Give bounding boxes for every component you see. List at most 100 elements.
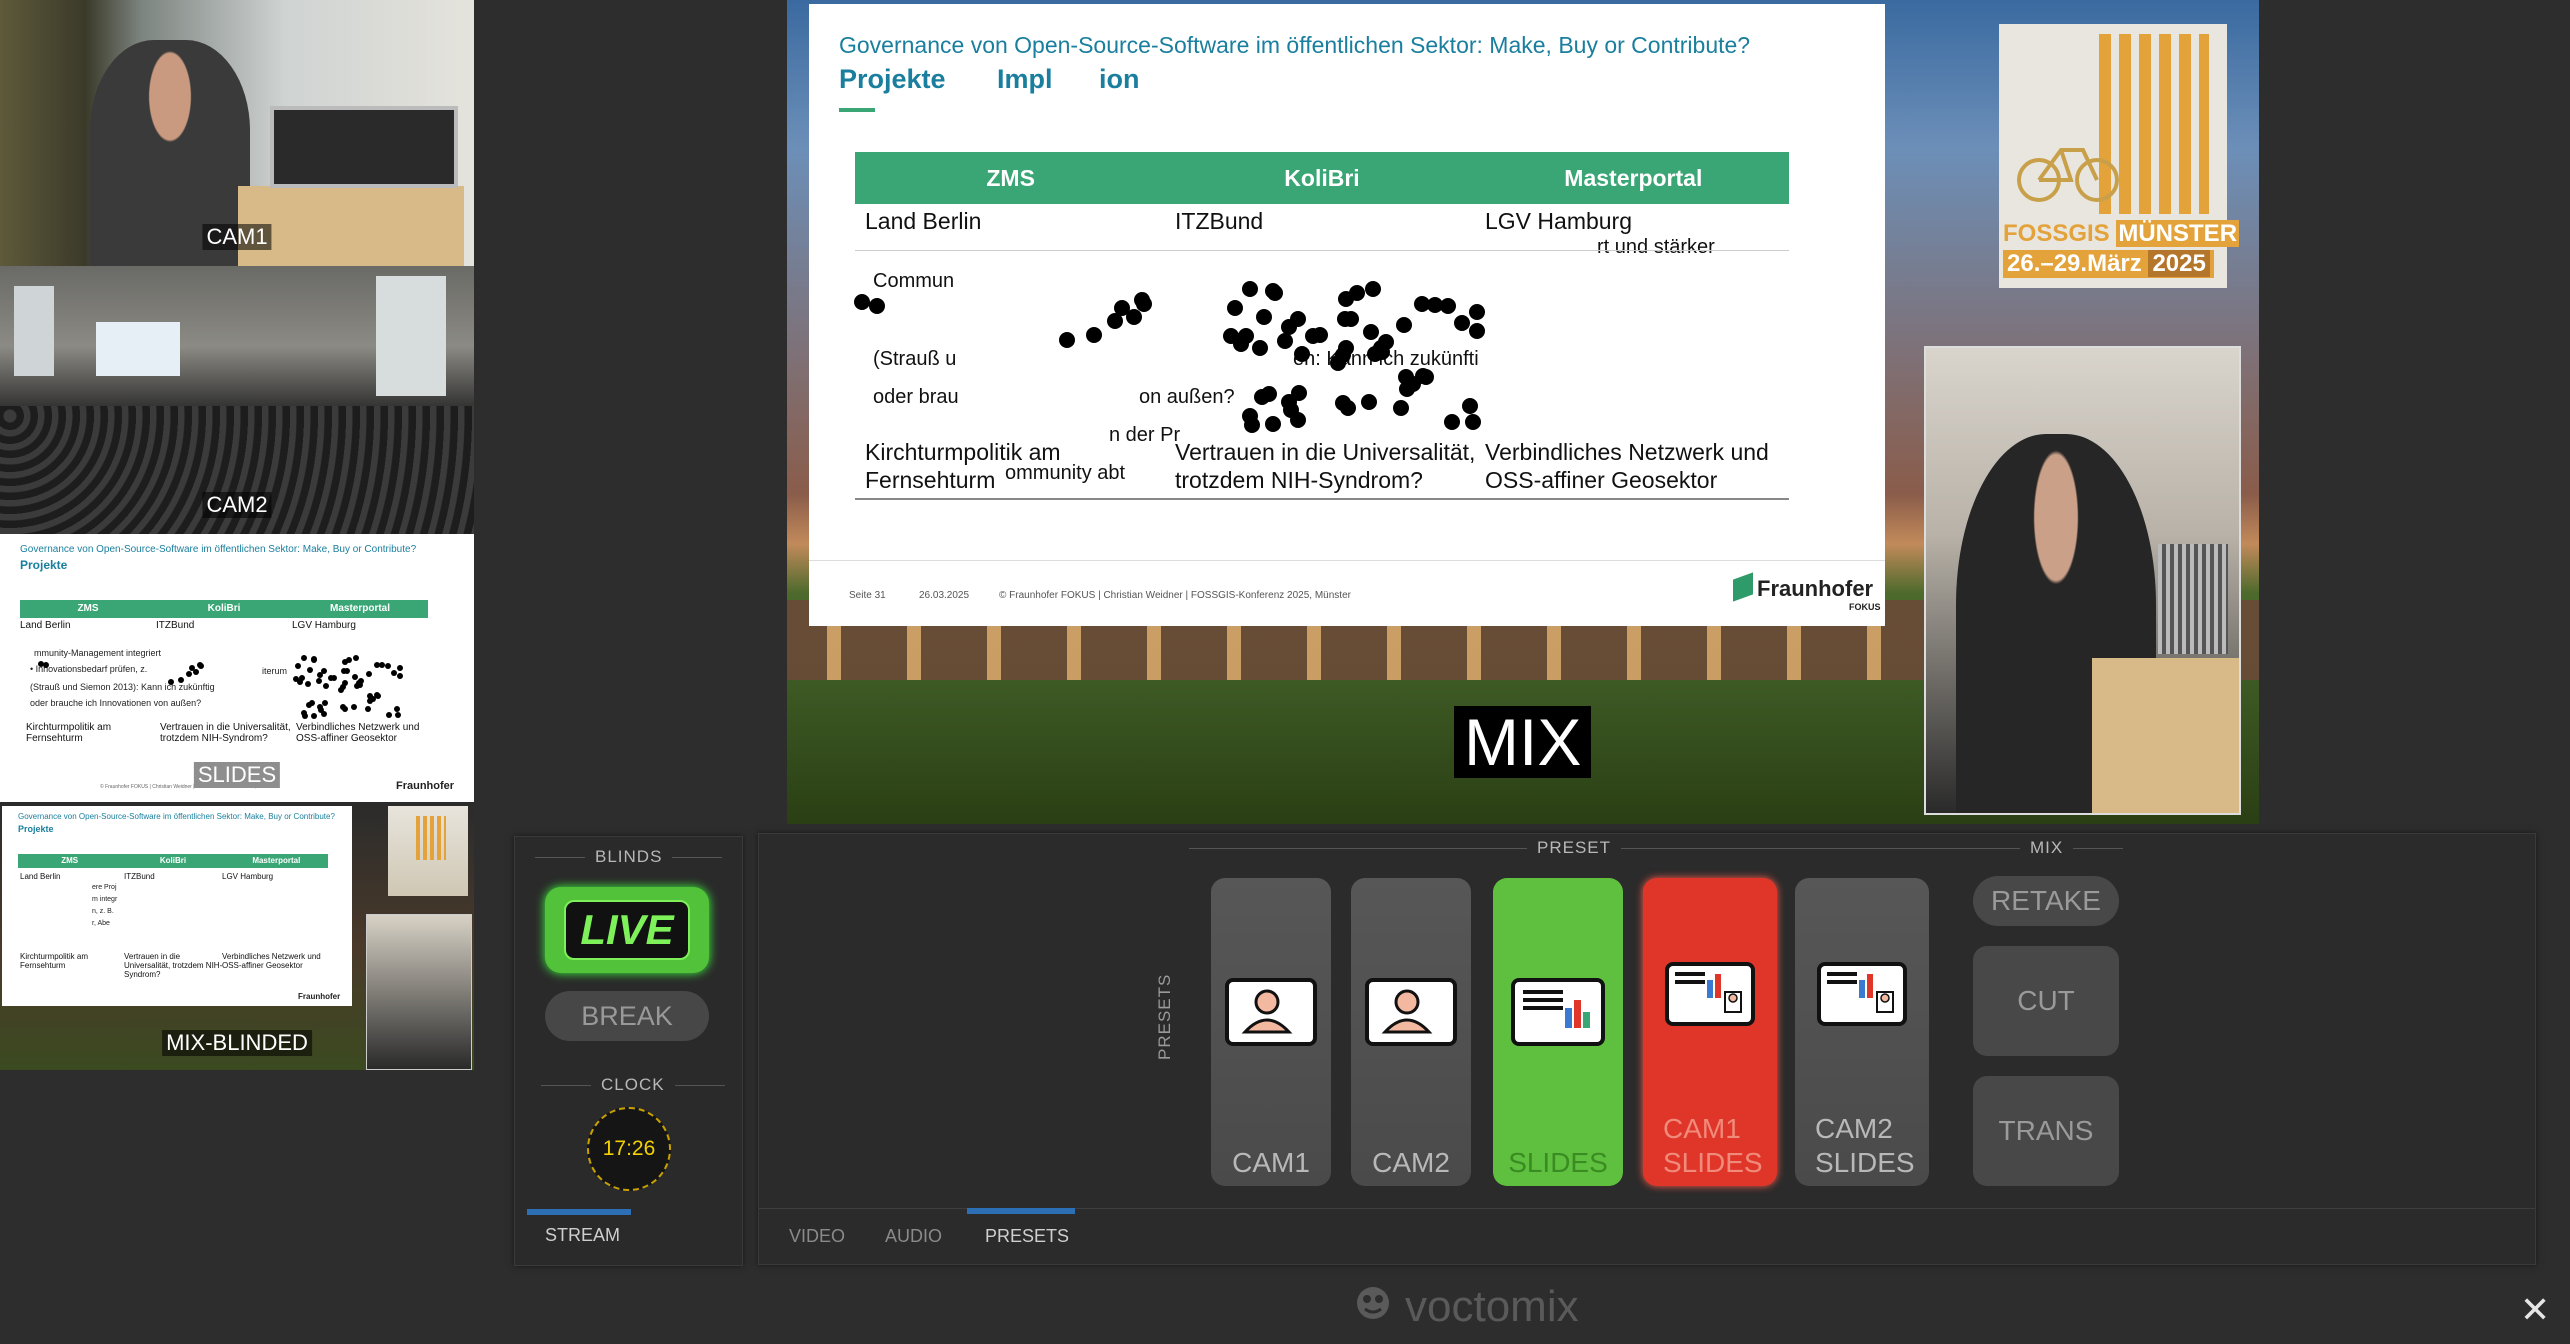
event-name: FOSSGIS bbox=[2003, 220, 2110, 247]
fraunhofer-sub: FOKUS bbox=[1849, 602, 1881, 612]
mix-blinded-slide-heading: Projekte bbox=[18, 824, 54, 834]
pattern-dot bbox=[364, 706, 371, 713]
cut-button[interactable]: CUT bbox=[1973, 946, 2119, 1056]
pattern-dot bbox=[356, 682, 363, 689]
preset-cam2-label: CAM2 bbox=[1372, 1147, 1450, 1178]
event-logo: FOSSGIS MÜNSTER 26.–29.März 2025 bbox=[1999, 24, 2240, 288]
pattern-dot bbox=[186, 671, 193, 678]
pattern-dot bbox=[365, 670, 372, 677]
retake-button[interactable]: RETAKE bbox=[1973, 876, 2119, 926]
voctomix-logo-icon bbox=[1355, 1282, 1391, 1332]
source-cam2[interactable]: CAM2 bbox=[0, 266, 474, 534]
fraunhofer-brand: Fraunhofer bbox=[1757, 576, 1874, 601]
source-cam1[interactable]: CAM1 bbox=[0, 0, 474, 266]
cam2-window-right bbox=[376, 276, 446, 396]
bicycle-icon bbox=[2013, 134, 2123, 204]
stream-tab-indicator bbox=[527, 1209, 631, 1215]
pattern-dot bbox=[390, 669, 397, 676]
close-icon[interactable]: ✕ bbox=[2520, 1290, 2550, 1331]
pattern-dot bbox=[1373, 343, 1390, 360]
pattern-dot bbox=[1392, 399, 1409, 416]
app-brand: voctomix bbox=[1355, 1282, 1579, 1332]
source-mix-blinded[interactable]: Governance von Open-Source-Software im ö… bbox=[0, 802, 474, 1070]
pattern-dot bbox=[397, 665, 404, 672]
slides-chart-icon bbox=[1511, 978, 1605, 1046]
blinds-section-header: BLINDS bbox=[534, 847, 724, 866]
slides-camera-icon bbox=[1665, 962, 1755, 1026]
break-button[interactable]: BREAK bbox=[545, 991, 709, 1041]
pattern-dot bbox=[42, 662, 49, 669]
trans-button[interactable]: TRANS bbox=[1973, 1076, 2119, 1186]
preset-cam2[interactable]: CAM2 bbox=[1351, 878, 1471, 1186]
pattern-dot bbox=[1454, 315, 1471, 332]
tab-stream[interactable]: STREAM bbox=[545, 1225, 620, 1246]
live-button[interactable]: LIVE bbox=[545, 887, 709, 973]
pattern-dot bbox=[1338, 339, 1355, 356]
pattern-dot bbox=[1444, 413, 1461, 430]
mb-cell-0-1: ITZBund bbox=[124, 872, 155, 881]
mb-cell-0-2: LGV Hamburg bbox=[222, 872, 274, 881]
source-label-cam2: CAM2 bbox=[202, 492, 272, 518]
app-name: voctomix bbox=[1405, 1282, 1579, 1331]
pattern-dot bbox=[310, 713, 317, 720]
mb-partial-3: n, z. B. bbox=[92, 908, 114, 915]
mix-blinded-logo bbox=[388, 806, 468, 896]
preset-slides-label: SLIDES bbox=[1508, 1147, 1608, 1178]
pattern-dot bbox=[853, 294, 870, 311]
pattern-dot bbox=[1136, 295, 1153, 312]
mb-cell-0-0: Land Berlin bbox=[20, 872, 61, 881]
tab-audio[interactable]: AUDIO bbox=[885, 1226, 942, 1247]
mini-cell-last-0: Kirchturmpolitik am Fernsehturm bbox=[26, 722, 112, 744]
pattern-dot bbox=[868, 297, 885, 314]
pattern-dot bbox=[1237, 327, 1254, 344]
mini-cell-last-1: Vertrauen in die Universalität, trotzdem… bbox=[160, 722, 291, 744]
pattern-dot bbox=[1242, 280, 1259, 297]
preset-cam1-label: CAM1 bbox=[1232, 1147, 1310, 1178]
pattern-dot bbox=[1440, 298, 1457, 315]
mini-cell-last-2: Verbindliches Netzwerk und OSS-affiner G… bbox=[296, 722, 420, 744]
source-slides[interactable]: Governance von Open-Source-Software im ö… bbox=[0, 534, 474, 802]
pattern-dot bbox=[1085, 327, 1102, 344]
pattern-dot bbox=[1360, 394, 1377, 411]
pattern-dot bbox=[299, 675, 306, 682]
mix-blinded-slide-title: Governance von Open-Source-Software im ö… bbox=[18, 812, 335, 821]
pattern-dot bbox=[167, 679, 174, 686]
mb-col-masterportal: Masterportal bbox=[252, 856, 301, 865]
program-preview: Governance von Open-Source-Software im ö… bbox=[787, 0, 2259, 824]
preset-cam1-slides[interactable]: CAM1 SLIDES bbox=[1643, 878, 1777, 1186]
preset-cam2-slides[interactable]: CAM2 SLIDES bbox=[1795, 878, 1929, 1186]
source-label-mix-blinded: MIX-BLINDED bbox=[162, 1030, 312, 1056]
preset-header-line-left bbox=[1189, 848, 1489, 849]
preset-cam1[interactable]: CAM1 bbox=[1211, 878, 1331, 1186]
camera-person-icon bbox=[1225, 978, 1317, 1046]
mix-blinded-speaker bbox=[366, 914, 472, 1070]
mix-section-header: MIX bbox=[1969, 838, 2124, 857]
pattern-dot bbox=[1469, 323, 1486, 340]
cell-last-2: Verbindliches Netzwerk und OSS-affiner G… bbox=[1485, 439, 1769, 493]
tab-presets[interactable]: PRESETS bbox=[985, 1226, 1069, 1247]
pattern-dot bbox=[178, 677, 185, 684]
clock-section-header: CLOCK bbox=[541, 1075, 724, 1094]
pattern-dot bbox=[193, 669, 200, 676]
pip-column bbox=[2158, 544, 2228, 654]
event-logo-dates: 26.–29.März 2025 bbox=[2003, 250, 2214, 278]
pattern-dot bbox=[1244, 416, 1261, 433]
tab-video[interactable]: VIDEO bbox=[789, 1226, 845, 1247]
pattern-dot bbox=[1339, 400, 1356, 417]
main-panel: PRESET MIX PRESETS CAM1 CAM2 SLIDES CAM1… bbox=[758, 833, 2536, 1265]
program-slide: Governance von Open-Source-Software im ö… bbox=[809, 4, 1885, 626]
pattern-dot bbox=[37, 660, 44, 667]
pattern-dot bbox=[341, 680, 348, 687]
slide-footer-line bbox=[809, 560, 1885, 561]
mb-partial-3b: r, Abe bbox=[92, 920, 110, 927]
camera-person-icon bbox=[1365, 978, 1457, 1046]
cell-last-1: Vertrauen in die Universalität, trotzdem… bbox=[1175, 439, 1476, 493]
preset-cam1-slides-label: CAM1 SLIDES bbox=[1663, 1113, 1763, 1178]
pattern-dot bbox=[1426, 297, 1443, 314]
preset-slides[interactable]: SLIDES bbox=[1493, 878, 1623, 1186]
pattern-dot bbox=[1469, 304, 1486, 321]
pattern-dot bbox=[378, 662, 385, 669]
pattern-dot bbox=[306, 667, 313, 674]
pattern-dot bbox=[395, 712, 402, 719]
pattern-dot bbox=[346, 657, 353, 664]
